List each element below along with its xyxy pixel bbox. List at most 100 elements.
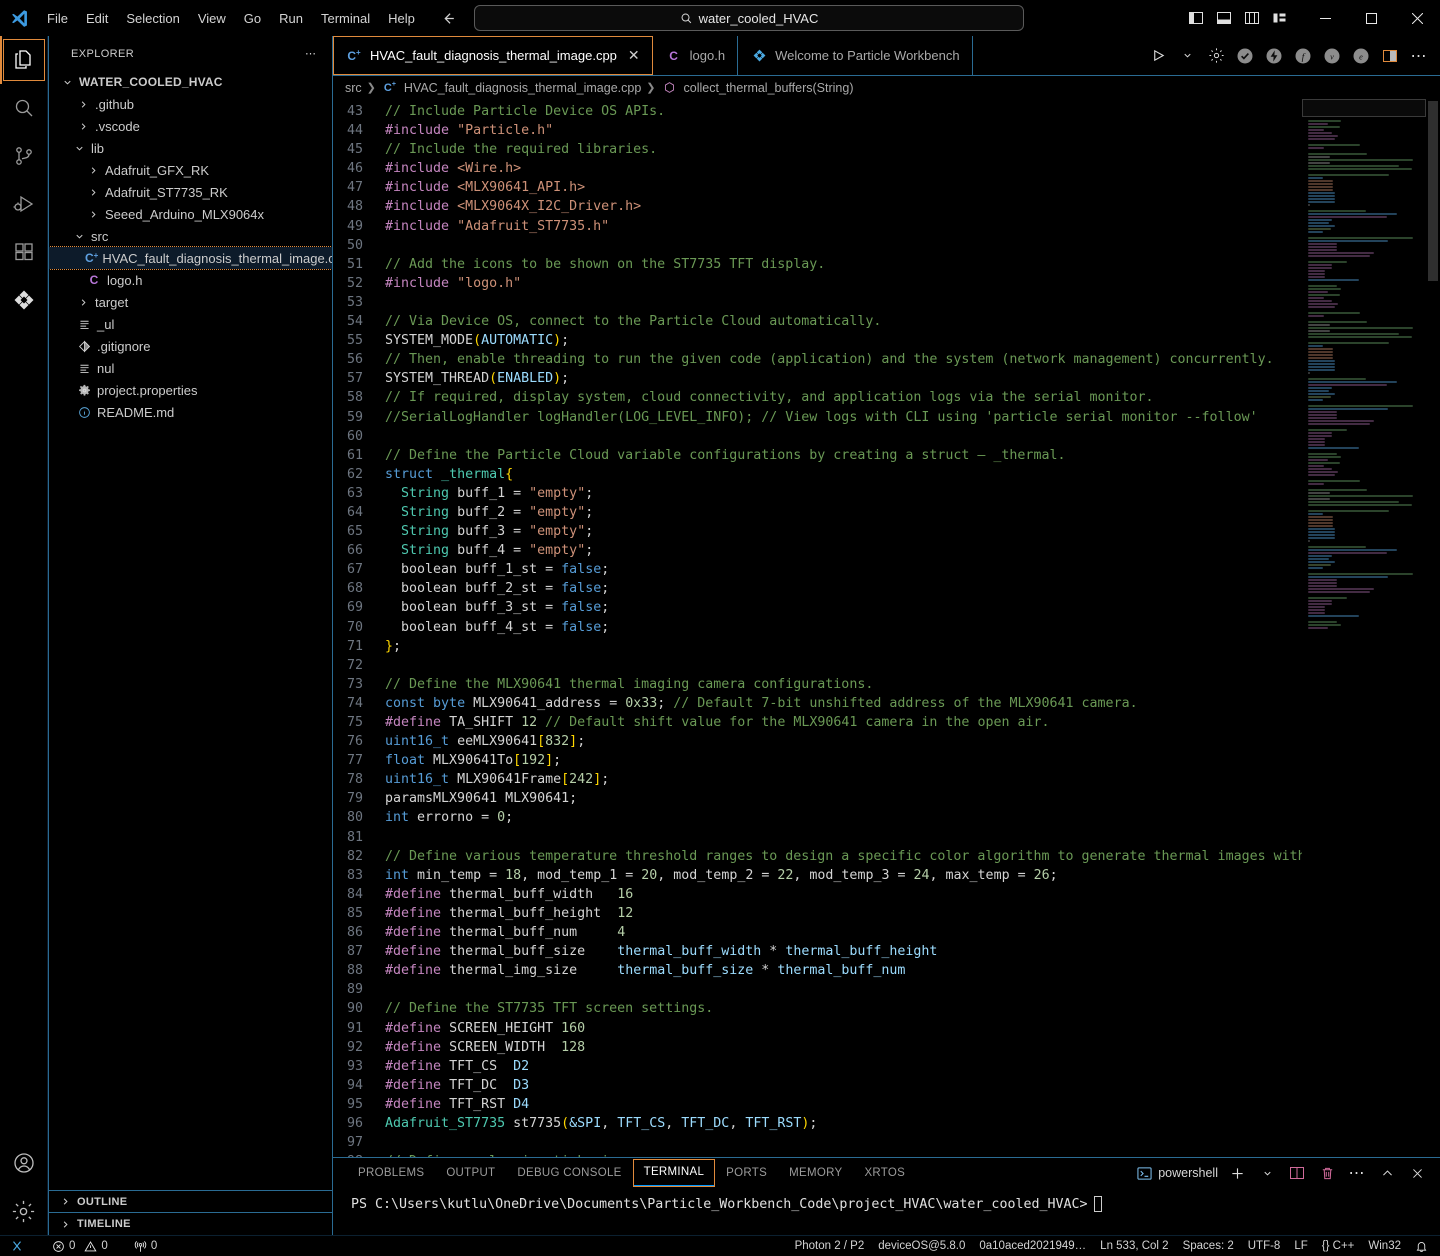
toggle-primary-sidebar-icon[interactable] [1184, 6, 1208, 30]
compile-check-circle-icon[interactable] [1234, 45, 1256, 67]
tree-item-logo-h[interactable]: C logo.h [49, 269, 332, 291]
chevron-right-icon[interactable] [75, 297, 91, 308]
tree-item-adafruit-gfx-rk[interactable]: Adafruit_GFX_RK [49, 159, 332, 181]
status-device-target[interactable]: Photon 2 / P2 [788, 1236, 872, 1256]
menu-selection[interactable]: Selection [117, 0, 188, 36]
tree-item-adafruit-st7735-rk[interactable]: Adafruit_ST7735_RK [49, 181, 332, 203]
chevron-right-icon[interactable] [85, 187, 101, 198]
new-terminal-plus-icon[interactable] [1226, 1162, 1248, 1184]
activity-item-extensions[interactable] [0, 228, 48, 276]
section-outline[interactable]: OUTLINE [49, 1191, 332, 1213]
run-dropdown-chevron-down-icon[interactable] [1176, 45, 1198, 67]
status-eol[interactable]: LF [1287, 1236, 1314, 1256]
status-encoding[interactable]: UTF-8 [1241, 1236, 1288, 1256]
chevron-down-icon[interactable] [71, 231, 87, 242]
cloud-flash-f-circle-icon[interactable]: f [1292, 45, 1314, 67]
tab-welcome-to-particle-workbench[interactable]: Welcome to Particle Workbench [738, 36, 973, 75]
panel-tab-memory[interactable]: MEMORY [778, 1159, 853, 1187]
tree-item-project-properties[interactable]: project.properties [49, 379, 332, 401]
status-device-os[interactable]: deviceOS@5.8.0 [871, 1236, 972, 1256]
activity-item-manage-settings[interactable] [0, 1187, 48, 1235]
breadcrumb-item-src[interactable]: src [345, 81, 362, 95]
minimap-slider[interactable] [1302, 99, 1426, 117]
status-language-mode[interactable]: {} C++ [1315, 1236, 1362, 1256]
section-timeline[interactable]: TIMELINE [49, 1213, 332, 1235]
status-ports[interactable]: 0 [127, 1236, 164, 1256]
tree-item-_ul[interactable]: _ul [49, 313, 332, 335]
maximize-panel-chevron-up-icon[interactable] [1376, 1162, 1398, 1184]
flash-lightning-circle-icon[interactable] [1263, 45, 1285, 67]
chevron-right-icon[interactable] [57, 1196, 73, 1207]
breadcrumb-item-file[interactable]: HVAC_fault_diagnosis_thermal_image.cpp [404, 81, 641, 95]
tree-item-github[interactable]: .github [49, 93, 332, 115]
minimap[interactable] [1302, 99, 1426, 1157]
clean-e-circle-icon[interactable]: e [1350, 45, 1372, 67]
customize-layout-icon[interactable] [1268, 6, 1292, 30]
chevron-right-icon[interactable] [75, 121, 91, 132]
panel-tab-xrtos[interactable]: XRTOS [853, 1159, 916, 1187]
tree-root-water-cooled-hvac[interactable]: WATER_COOLED_HVAC [49, 71, 332, 93]
close-panel-close-icon[interactable] [1406, 1162, 1428, 1184]
activity-item-source-control[interactable] [0, 132, 48, 180]
editor-vertical-scrollbar[interactable] [1426, 99, 1440, 1157]
chevron-down-icon[interactable] [59, 77, 75, 88]
terminal-output[interactable]: PS C:\Users\kutlu\OneDrive\Documents\Par… [333, 1188, 1440, 1235]
status-device-id[interactable]: 0a10aced2021949… [972, 1236, 1093, 1256]
activity-item-particle-workbench[interactable] [0, 276, 48, 324]
split-terminal-icon[interactable] [1286, 1162, 1308, 1184]
chevron-right-icon[interactable] [85, 209, 101, 220]
chevron-right-icon[interactable] [85, 165, 101, 176]
status-notifications[interactable] [1408, 1236, 1440, 1256]
status-cursor-position[interactable]: Ln 533, Col 2 [1093, 1236, 1175, 1256]
editor-more-actions-ellipsis-icon[interactable]: ⋯ [1408, 45, 1430, 67]
status-remote-indicator[interactable] [0, 1236, 31, 1256]
verify-v-circle-icon[interactable]: v [1321, 45, 1343, 67]
panel-tab-debug-console[interactable]: DEBUG CONSOLE [506, 1159, 632, 1187]
menu-terminal[interactable]: Terminal [312, 0, 379, 36]
terminal-type-chevron-down-icon[interactable] [1256, 1162, 1278, 1184]
code-editor[interactable]: 43// Include Particle Device OS APIs. 44… [333, 99, 1440, 1157]
maximize-window-button[interactable] [1348, 0, 1394, 36]
file-tree[interactable]: WATER_COOLED_HVAC .github .vscode lib Ad… [49, 71, 332, 1190]
explorer-more-icon[interactable]: ⋯ [305, 47, 318, 60]
activity-item-search[interactable] [0, 84, 48, 132]
scrollbar-thumb[interactable] [1428, 101, 1438, 281]
breadcrumb-item-symbol[interactable]: collect_thermal_buffers(String) [684, 81, 854, 95]
panel-tab-problems[interactable]: PROBLEMS [347, 1159, 435, 1187]
go-back-icon[interactable] [438, 7, 460, 29]
panel-more-actions-ellipsis-icon[interactable]: ⋯ [1346, 1162, 1368, 1184]
panel-tab-ports[interactable]: PORTS [715, 1159, 778, 1187]
split-editor-icon[interactable] [1379, 45, 1401, 67]
activity-item-explorer[interactable] [0, 36, 48, 84]
menu-file[interactable]: File [38, 0, 77, 36]
chevron-down-icon[interactable] [71, 143, 87, 154]
menu-run[interactable]: Run [270, 0, 312, 36]
panel-tab-output[interactable]: OUTPUT [435, 1159, 506, 1187]
tab-hvac-fault-diagnosis-thermal-image-cpp[interactable]: C + HVAC_fault_diagnosis_thermal_image.cp… [333, 36, 653, 75]
chevron-right-icon[interactable] [57, 1219, 73, 1230]
menu-edit[interactable]: Edit [77, 0, 117, 36]
tree-item-nul[interactable]: nul [49, 357, 332, 379]
code-text-area[interactable]: 43// Include Particle Device OS APIs. 44… [333, 99, 1302, 1157]
chevron-right-icon[interactable] [75, 99, 91, 110]
tree-item-gitignore[interactable]: .gitignore [49, 335, 332, 357]
status-problems-errors[interactable]: 0 0 [45, 1236, 115, 1256]
toggle-secondary-sidebar-icon[interactable] [1240, 6, 1264, 30]
kill-terminal-trash-icon[interactable] [1316, 1162, 1338, 1184]
run-button[interactable] [1147, 45, 1169, 67]
tree-item-src[interactable]: src [49, 225, 332, 247]
menu-view[interactable]: View [189, 0, 235, 36]
tree-item-target[interactable]: target [49, 291, 332, 313]
menu-help[interactable]: Help [379, 0, 424, 36]
tab-logo-h[interactable]: C logo.h [653, 36, 739, 75]
panel-tab-terminal[interactable]: TERMINAL [632, 1159, 716, 1187]
quick-search-input[interactable]: water_cooled_HVAC [474, 5, 1024, 31]
tree-item-hvac-fault-diagnosis-thermal-image-cpp[interactable]: C + HVAC_fault_diagnosis_thermal_image.cp… [49, 246, 332, 270]
configure-gear-icon[interactable] [1205, 45, 1227, 67]
close-icon[interactable]: ✕ [628, 47, 640, 64]
active-terminal-label[interactable]: powershell [1137, 1166, 1218, 1181]
minimize-window-button[interactable] [1302, 0, 1348, 36]
tree-item-readme-md[interactable]: README.md [49, 401, 332, 423]
menu-go[interactable]: Go [235, 0, 270, 36]
activity-item-run-and-debug[interactable] [0, 180, 48, 228]
